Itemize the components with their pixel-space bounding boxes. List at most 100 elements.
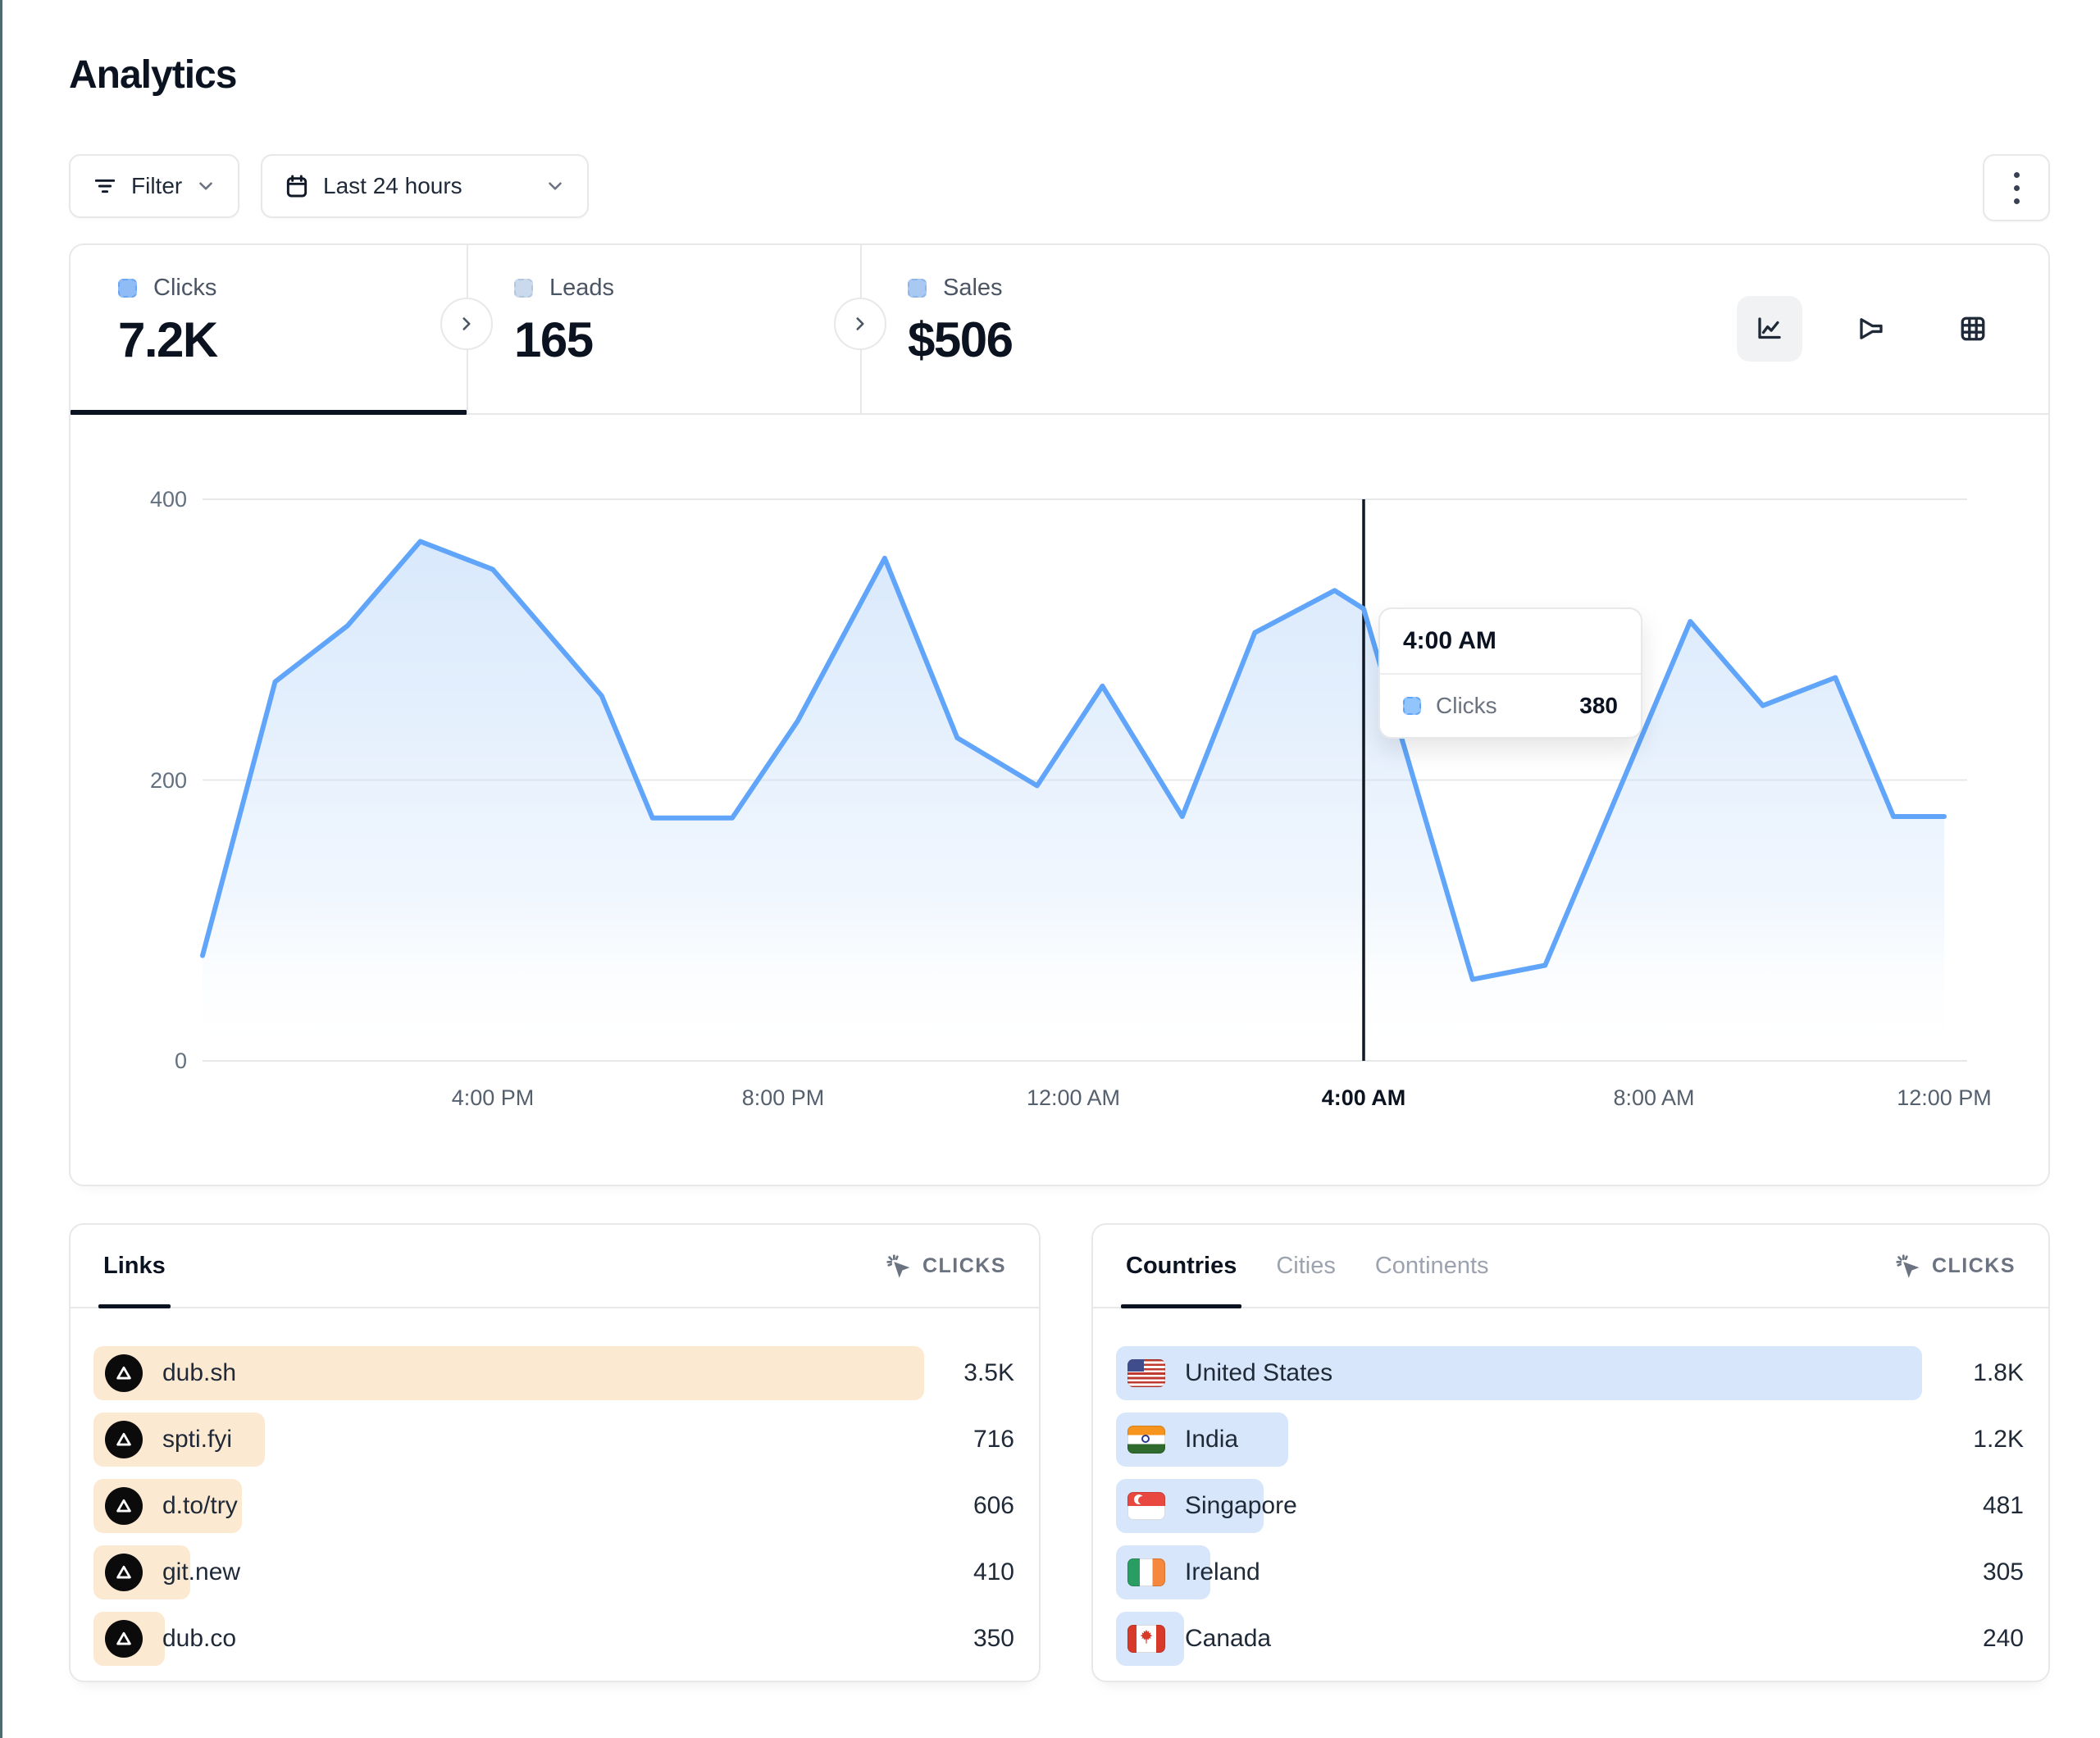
- clicks-chart: 0200400 4:00 PM8:00 PM12:00 AM4:00 AM8:0…: [71, 415, 2048, 1188]
- row-content: Canada: [1127, 1612, 1271, 1666]
- stat-value: 165: [514, 312, 860, 368]
- kebab-menu-button[interactable]: [1983, 154, 2050, 221]
- link-favicon: [105, 1487, 143, 1525]
- stat-label: Leads: [549, 275, 614, 302]
- calendar-icon: [284, 173, 310, 199]
- stat-tab-leads[interactable]: Leads 165: [467, 245, 860, 413]
- countries-card-header: Countries Cities Continents CLICKS: [1093, 1225, 2048, 1308]
- row-content: git.new: [105, 1545, 240, 1599]
- stat-label: Sales: [943, 275, 1003, 302]
- tooltip-title: 4:00 AM: [1380, 609, 1641, 675]
- link-favicon: [105, 1421, 143, 1458]
- y-axis-tick: 400: [87, 485, 187, 514]
- stat-tab-sales[interactable]: Sales $506: [860, 245, 1254, 413]
- row-content: Ireland: [1127, 1545, 1260, 1599]
- filter-button[interactable]: Filter: [69, 154, 239, 218]
- row-content: Singapore: [1127, 1479, 1297, 1533]
- filter-lines-icon: [92, 173, 118, 199]
- filter-button-label: Filter: [131, 173, 182, 199]
- row-label: d.to/try: [162, 1492, 238, 1520]
- country-row[interactable]: Ireland305: [1116, 1545, 2025, 1599]
- country-row[interactable]: Canada240: [1116, 1612, 2025, 1666]
- x-axis-tick: 8:00 PM: [709, 1085, 857, 1111]
- tab-label: Continents: [1375, 1253, 1489, 1280]
- link-favicon: [105, 1554, 143, 1591]
- row-value: 350: [973, 1612, 1014, 1666]
- cursor-click-icon: [885, 1253, 911, 1279]
- stat-label: Clicks: [153, 275, 216, 302]
- country-row[interactable]: India1.2K: [1116, 1413, 2025, 1467]
- link-row[interactable]: git.new410: [93, 1545, 1016, 1599]
- cursor-click-icon: [1894, 1253, 1920, 1279]
- table-view-toggle[interactable]: [1940, 296, 2006, 362]
- in-flag-icon: [1127, 1426, 1165, 1454]
- analytics-card: Clicks 7.2K Leads 165 Sales $506: [69, 243, 2050, 1186]
- links-list: dub.sh3.5K spti.fyi 716 d.to/try606 git.new4…: [71, 1308, 1039, 1666]
- row-label: Singapore: [1185, 1492, 1297, 1520]
- ie-flag-icon: [1127, 1558, 1165, 1586]
- row-label: dub.sh: [162, 1359, 236, 1387]
- stat-value: 7.2K: [118, 312, 467, 368]
- chart-tooltip: 4:00 AM Clicks 380: [1378, 607, 1642, 739]
- chart-area[interactable]: [203, 499, 1944, 1061]
- tooltip-series-row: Clicks 380: [1380, 675, 1641, 737]
- sales-swatch: [908, 279, 927, 298]
- date-range-button[interactable]: Last 24 hours: [261, 154, 589, 218]
- expand-sales-button[interactable]: [834, 298, 886, 350]
- row-label: dub.co: [162, 1625, 236, 1653]
- funnel-chart-icon: [1856, 314, 1886, 344]
- tab-label: Countries: [1126, 1253, 1237, 1280]
- area-fill: [203, 541, 1944, 1061]
- row-label: Ireland: [1185, 1558, 1260, 1586]
- tab-links[interactable]: Links: [103, 1225, 166, 1307]
- link-row[interactable]: dub.co 350: [93, 1612, 1016, 1666]
- tab-label: Cities: [1276, 1253, 1336, 1280]
- link-row[interactable]: d.to/try606: [93, 1479, 1016, 1533]
- x-axis-tick: 4:00 AM: [1290, 1085, 1437, 1111]
- left-accent-strip: [0, 0, 2, 1738]
- ca-flag-icon: [1127, 1625, 1165, 1653]
- expand-leads-button[interactable]: [440, 298, 493, 350]
- row-content: dub.sh: [105, 1346, 236, 1400]
- countries-card: Countries Cities Continents CLICKS Unite…: [1091, 1223, 2050, 1682]
- link-row[interactable]: spti.fyi 716: [93, 1413, 1016, 1467]
- countries-list: United States 1.8K India1.2K Singapore481 Ir…: [1093, 1308, 2048, 1666]
- row-content: United States: [1127, 1346, 1332, 1400]
- us-flag-icon: [1127, 1359, 1165, 1387]
- stat-tab-clicks[interactable]: Clicks 7.2K: [71, 245, 467, 413]
- links-card-header: Links CLICKS: [71, 1225, 1039, 1308]
- line-chart-icon: [1755, 314, 1784, 344]
- metric-label: CLICKS: [922, 1254, 1006, 1278]
- line-chart-toggle[interactable]: [1737, 296, 1802, 362]
- tab-continents[interactable]: Continents: [1375, 1225, 1489, 1307]
- kebab-vertical-icon: [2014, 172, 2020, 204]
- link-favicon: [105, 1354, 143, 1392]
- stat-value: $506: [908, 312, 1254, 368]
- y-axis-tick: 200: [87, 766, 187, 795]
- chevron-down-icon: [195, 175, 216, 197]
- x-axis-tick: 12:00 PM: [1870, 1085, 2018, 1111]
- stat-tabs-row: Clicks 7.2K Leads 165 Sales $506: [71, 245, 2048, 415]
- row-value: 1.8K: [1973, 1346, 2024, 1400]
- chevron-right-icon: [456, 313, 477, 334]
- tooltip-series-label: Clicks: [1436, 693, 1565, 719]
- date-range-label: Last 24 hours: [323, 173, 462, 199]
- clicks-metric-selector[interactable]: CLICKS: [885, 1253, 1006, 1279]
- clicks-metric-selector[interactable]: CLICKS: [1894, 1253, 2016, 1279]
- links-card: Links CLICKS dub.sh3.5K spti.fyi 716 d.to/t…: [69, 1223, 1041, 1682]
- tab-cities[interactable]: Cities: [1276, 1225, 1336, 1307]
- row-value: 716: [973, 1413, 1014, 1467]
- tab-label: Links: [103, 1253, 166, 1280]
- row-content: spti.fyi: [105, 1413, 232, 1467]
- chevron-down-icon: [544, 175, 566, 197]
- tooltip-swatch: [1403, 697, 1421, 715]
- funnel-chart-toggle[interactable]: [1838, 296, 1904, 362]
- chart-type-toggle: [1737, 296, 2006, 362]
- tab-countries[interactable]: Countries: [1126, 1225, 1237, 1307]
- sg-flag-icon: [1127, 1492, 1165, 1520]
- link-row[interactable]: dub.sh3.5K: [93, 1346, 1016, 1400]
- country-row[interactable]: Singapore481: [1116, 1479, 2025, 1533]
- country-row[interactable]: United States 1.8K: [1116, 1346, 2025, 1400]
- row-content: dub.co: [105, 1612, 236, 1666]
- row-content: India: [1127, 1413, 1238, 1467]
